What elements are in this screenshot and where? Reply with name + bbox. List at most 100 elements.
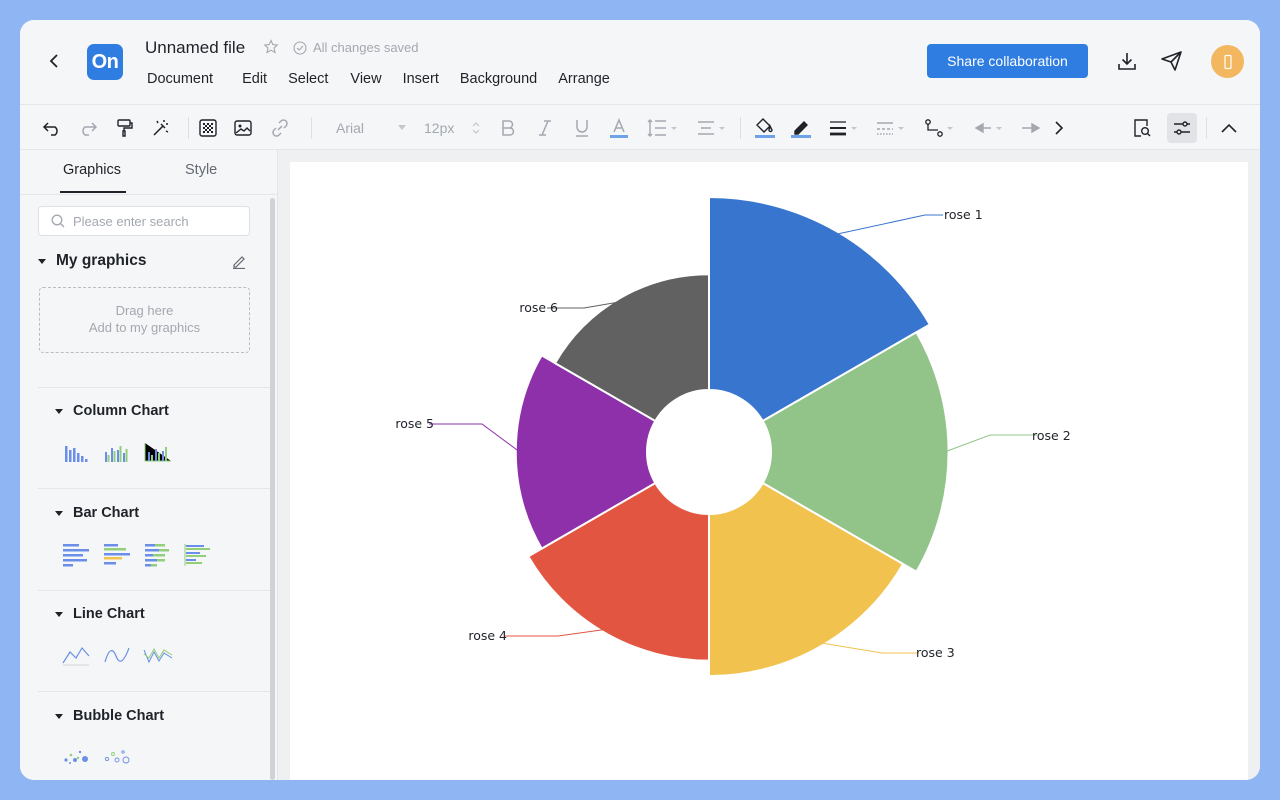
insert-image-button[interactable] xyxy=(233,117,253,139)
column-chart-header[interactable]: Column Chart xyxy=(55,403,169,419)
font-color-button[interactable] xyxy=(610,117,628,139)
connector-style-button[interactable] xyxy=(924,117,956,139)
drop-zone-line1: Drag here xyxy=(115,303,174,318)
check-circle-icon xyxy=(293,40,307,55)
paint-roller-icon xyxy=(117,119,133,137)
line-chart-header[interactable]: Line Chart xyxy=(55,606,145,622)
app-window: On Unnamed file All changes saved Docume… xyxy=(20,20,1260,780)
canvas-area: rose 1 rose 2 rose 3 rose 4 rose 5 rose 6 xyxy=(278,150,1260,780)
dashed-line-icon xyxy=(877,122,904,135)
line-style-button[interactable] xyxy=(875,117,907,139)
line-width-icon xyxy=(830,121,857,136)
search-input[interactable] xyxy=(73,213,233,229)
rose-leader-line-4 xyxy=(504,628,607,637)
menu-edit[interactable]: Edit xyxy=(242,71,267,87)
paint-bucket-icon xyxy=(755,118,775,138)
divider xyxy=(38,590,270,591)
download-icon xyxy=(1118,53,1136,70)
my-graphics-header[interactable]: My graphics xyxy=(38,252,146,270)
file-title[interactable]: Unnamed file xyxy=(145,38,245,58)
insert-link-button[interactable] xyxy=(270,117,290,139)
undo-icon xyxy=(42,122,58,136)
clear-format-button[interactable] xyxy=(151,117,171,139)
format-painter-button[interactable] xyxy=(115,117,135,139)
fill-color-button[interactable] xyxy=(755,117,775,139)
bubble-chart-thumb-outline[interactable] xyxy=(103,747,133,770)
line-chart-thumb-smooth[interactable] xyxy=(104,644,130,671)
column-chart-thumb-axis[interactable] xyxy=(144,442,172,467)
stepper-icon xyxy=(472,122,480,134)
italic-icon xyxy=(539,120,551,136)
menu-insert[interactable]: Insert xyxy=(403,71,439,87)
bar-chart-thumb-axis[interactable] xyxy=(184,543,212,572)
menu-background[interactable]: Background xyxy=(460,71,537,87)
magic-wand-icon xyxy=(153,120,169,136)
search-box xyxy=(38,206,250,236)
edit-icon[interactable] xyxy=(231,253,247,274)
text-color-icon xyxy=(610,118,628,138)
star-icon[interactable] xyxy=(263,39,279,60)
rose-leader-line-1 xyxy=(834,214,943,236)
rose-leader-line-5 xyxy=(429,423,521,453)
menu-select[interactable]: Select xyxy=(288,71,328,87)
chevron-left-icon xyxy=(49,54,58,68)
column-chart-thumb-grouped[interactable] xyxy=(104,442,132,467)
back-button[interactable] xyxy=(44,50,64,72)
column-chart-thumb-basic[interactable] xyxy=(64,442,90,467)
download-button[interactable] xyxy=(1116,50,1138,77)
my-graphics-drop-zone[interactable]: Drag here Add to my graphics xyxy=(39,287,250,353)
bar-chart-header[interactable]: Bar Chart xyxy=(55,505,139,521)
underline-icon xyxy=(576,120,588,137)
canvas-page[interactable]: rose 1 rose 2 rose 3 rose 4 rose 5 rose 6 xyxy=(290,162,1248,780)
find-button[interactable] xyxy=(1132,117,1152,139)
user-icon xyxy=(1223,54,1232,69)
drop-zone-line2: Add to my graphics xyxy=(88,320,201,335)
font-size-stepper[interactable]: 12px xyxy=(424,117,480,139)
tab-graphics[interactable]: Graphics xyxy=(63,162,121,178)
avatar[interactable] xyxy=(1211,45,1244,78)
more-tools-button[interactable] xyxy=(1054,117,1064,139)
end-arrow-button[interactable] xyxy=(1020,117,1042,139)
align-button[interactable] xyxy=(696,117,728,139)
rose-label-6: rose 6 xyxy=(519,300,558,315)
bar-chart-thumb-basic[interactable] xyxy=(62,543,90,572)
send-button[interactable] xyxy=(1160,50,1184,77)
underline-button[interactable] xyxy=(574,117,590,139)
search-icon xyxy=(51,214,65,228)
rose-leader-line-3 xyxy=(818,642,919,654)
panel-tabs: Graphics Style xyxy=(20,150,278,195)
bubble-chart-header[interactable]: Bubble Chart xyxy=(55,708,164,724)
link-icon xyxy=(272,119,288,137)
menu-view[interactable]: View xyxy=(350,71,381,87)
start-arrow-button[interactable] xyxy=(973,117,1005,139)
saved-status: All changes saved xyxy=(293,40,419,55)
caret-down-icon xyxy=(55,408,63,414)
header: On Unnamed file All changes saved Docume… xyxy=(20,20,1260,104)
italic-button[interactable] xyxy=(538,117,552,139)
font-family-select[interactable]: Arial xyxy=(336,117,406,139)
bubble-chart-thumb-basic[interactable] xyxy=(62,747,92,770)
rose-leader-line-2 xyxy=(944,434,1037,453)
panel-scrollbar[interactable] xyxy=(270,198,275,780)
fill-pattern-button[interactable] xyxy=(198,117,218,139)
pen-icon xyxy=(791,121,811,138)
rose-chart[interactable]: rose 1 rose 2 rose 3 rose 4 rose 5 rose 6 xyxy=(290,162,1248,780)
tab-style[interactable]: Style xyxy=(185,162,217,178)
bar-chart-thumb-grouped[interactable] xyxy=(103,543,131,572)
bar-chart-thumb-stacked[interactable] xyxy=(144,543,172,572)
line-chart-thumb-basic[interactable] xyxy=(62,644,90,671)
redo-button[interactable] xyxy=(78,117,98,139)
line-color-button[interactable] xyxy=(791,117,811,139)
line-spacing-button[interactable] xyxy=(647,117,679,139)
menu-arrange[interactable]: Arrange xyxy=(558,71,610,87)
menu-document[interactable]: Document xyxy=(147,71,213,87)
line-width-button[interactable] xyxy=(828,117,860,139)
bold-button[interactable] xyxy=(501,117,515,139)
chevron-up-icon xyxy=(1221,123,1237,133)
line-chart-thumb-multi[interactable] xyxy=(143,644,173,671)
caret-down-icon xyxy=(55,510,63,516)
share-collaboration-button[interactable]: Share collaboration xyxy=(927,44,1088,78)
undo-button[interactable] xyxy=(42,117,62,139)
settings-panel-button[interactable] xyxy=(1167,113,1197,143)
collapse-toolbar-button[interactable] xyxy=(1220,117,1238,139)
